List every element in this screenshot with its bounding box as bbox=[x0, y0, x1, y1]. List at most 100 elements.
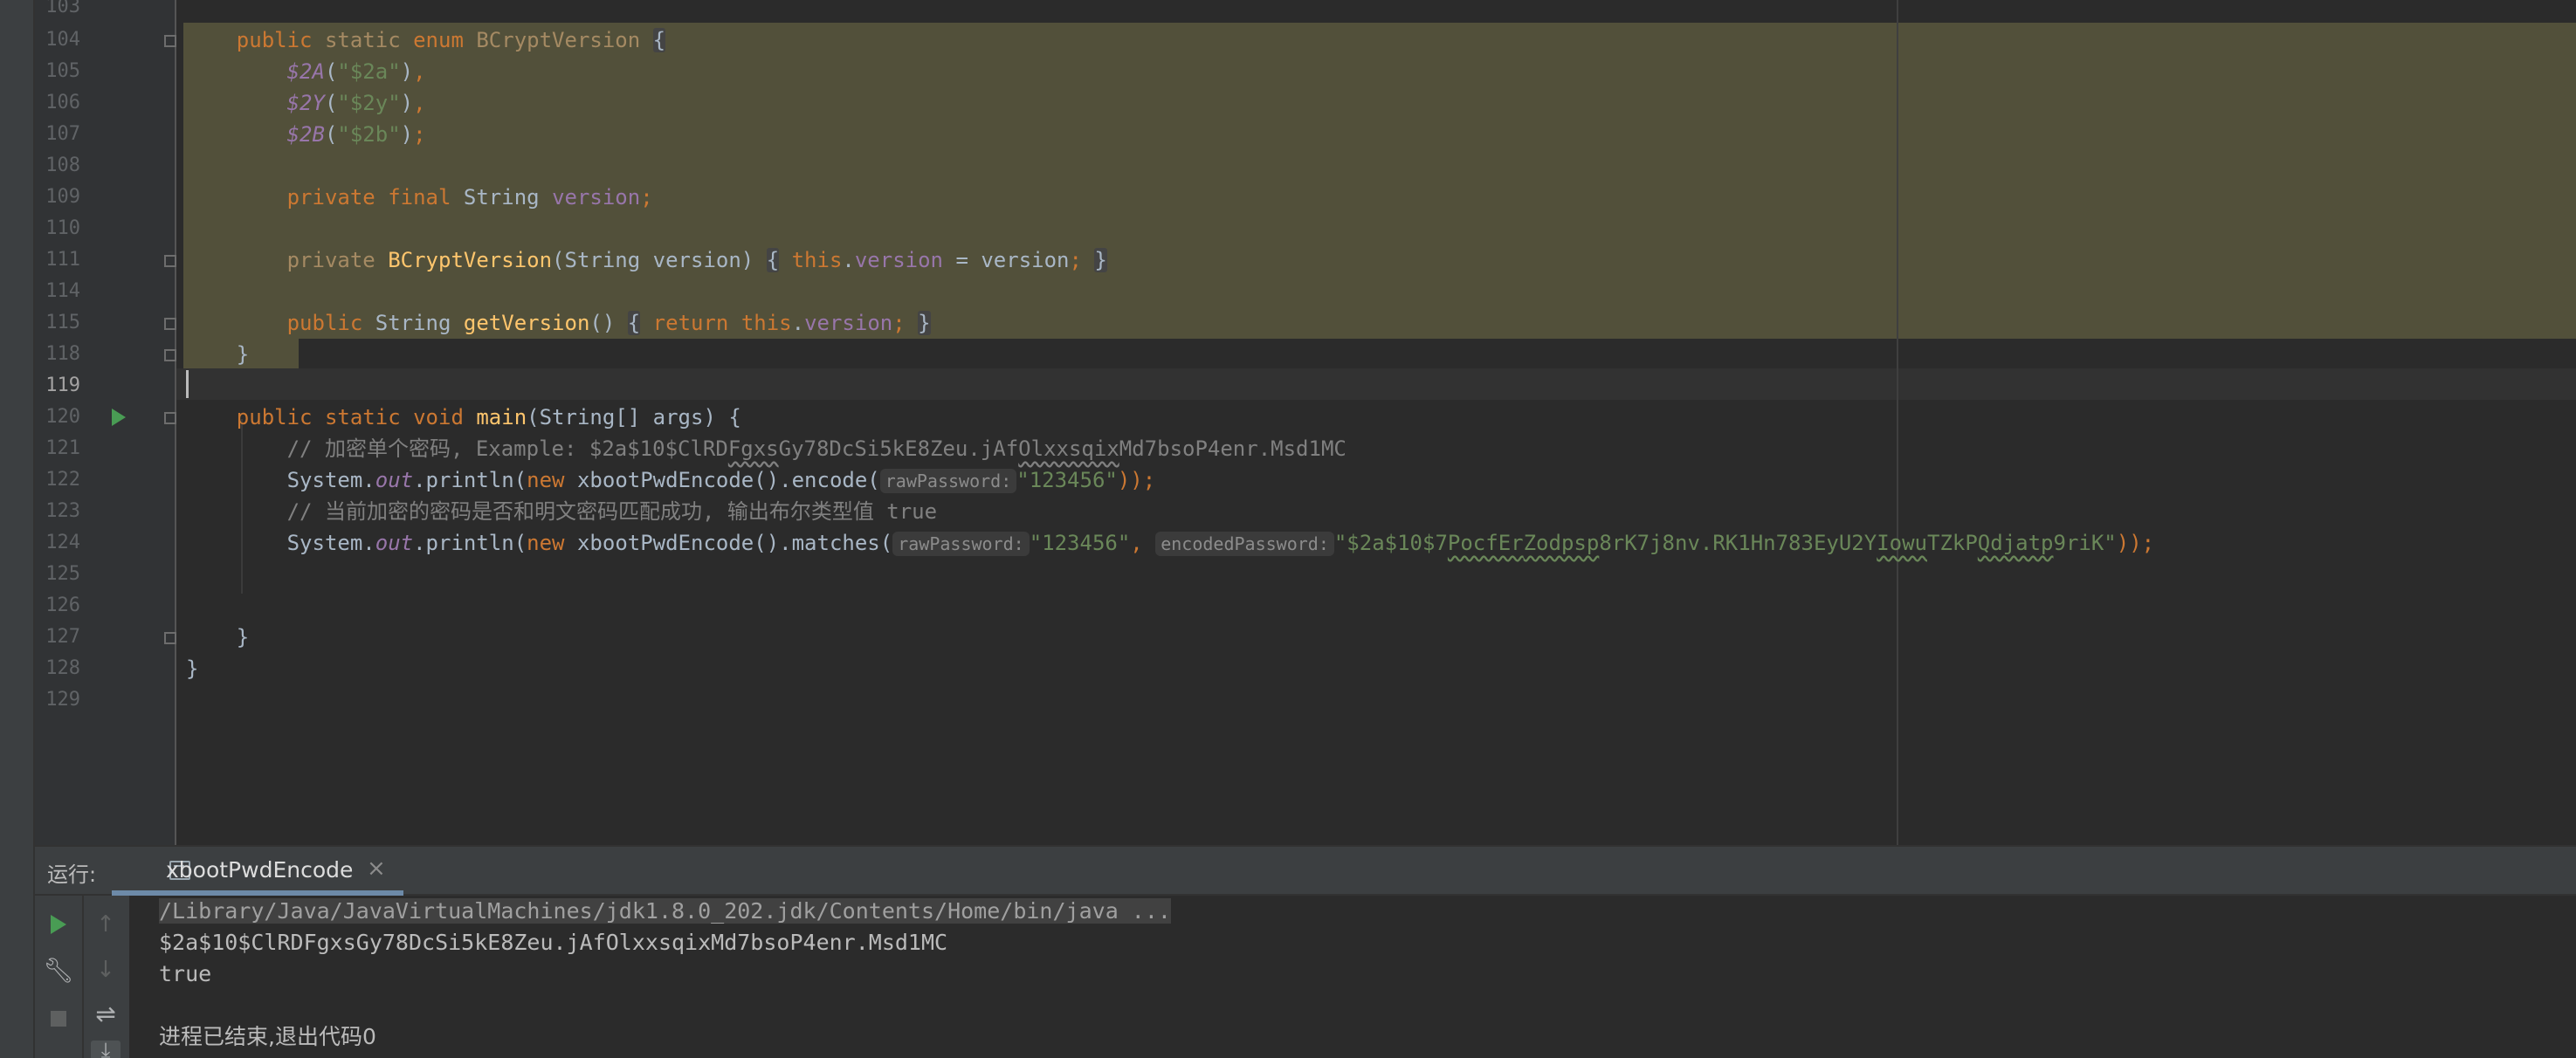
line-number: 118 bbox=[45, 343, 80, 365]
code-static-field: out bbox=[375, 468, 414, 492]
fold-toggle-icon[interactable] bbox=[164, 349, 176, 361]
fold-toggle-icon[interactable] bbox=[164, 255, 176, 267]
console-command-line[interactable]: /Library/Java/JavaVirtualMachines/jdk1.8… bbox=[159, 898, 1171, 924]
code-brace: { bbox=[766, 248, 780, 272]
code-field: version bbox=[804, 311, 893, 335]
code-paren: ) bbox=[400, 122, 414, 147]
code-dot: . bbox=[842, 248, 855, 272]
code-keyword: public bbox=[236, 28, 313, 52]
param-hint: encodedPassword: bbox=[1155, 532, 1334, 556]
code-class: System. bbox=[286, 531, 375, 555]
code-keyword: void bbox=[413, 405, 464, 429]
code-enum-constant: $2A bbox=[286, 59, 325, 84]
code-line-115: public String getVersion() { return this… bbox=[186, 307, 931, 339]
code-dot: . bbox=[791, 311, 805, 335]
code-string-typo: PocfEr bbox=[1447, 531, 1524, 555]
close-icon[interactable]: × bbox=[367, 855, 386, 882]
fold-toggle-icon[interactable] bbox=[164, 632, 176, 644]
code-punct: , bbox=[1130, 531, 1156, 555]
code-method: main bbox=[476, 405, 527, 429]
run-main-gutter-icon[interactable] bbox=[112, 409, 126, 426]
scroll-to-end-icon[interactable]: ⤓ bbox=[91, 1038, 121, 1058]
code-field: version bbox=[552, 185, 641, 210]
fold-toggle-icon[interactable] bbox=[164, 412, 176, 424]
code-line-106: $2Y("$2y"), bbox=[186, 87, 426, 119]
code-line-105: $2A("$2a"), bbox=[186, 56, 426, 87]
code-field: version bbox=[854, 248, 943, 272]
fold-toggle-icon[interactable] bbox=[164, 318, 176, 330]
stop-icon[interactable] bbox=[44, 1004, 73, 1034]
line-number: 108 bbox=[45, 155, 80, 176]
code-brace: { bbox=[652, 28, 666, 52]
code-line-107: $2B("$2b"); bbox=[186, 119, 426, 150]
console-exit-message: 进程已结束,退出代码0 bbox=[159, 1024, 376, 1049]
code-editor[interactable]: 103 104 105 106 107 108 109 110 111 114 … bbox=[35, 0, 2576, 845]
code-method: getVersion bbox=[463, 311, 590, 335]
run-toolbar: 🔧︎ ↑ ↓ ⇌ ⤓ bbox=[35, 896, 129, 1058]
down-arrow-icon[interactable]: ↓ bbox=[91, 955, 121, 985]
line-number: 115 bbox=[45, 312, 80, 333]
code-punct: )); bbox=[2116, 531, 2155, 555]
line-number: 109 bbox=[45, 186, 80, 208]
code-line-123: // 当前加密的密码是否和明文密码匹配成功, 输出布尔类型值 true bbox=[186, 496, 938, 527]
toolbar-separator bbox=[82, 896, 84, 1058]
run-panel-label: 运行: bbox=[47, 862, 97, 887]
right-margin-guide bbox=[1897, 0, 1898, 845]
code-brace: } bbox=[236, 342, 250, 367]
line-number: 128 bbox=[45, 657, 80, 679]
code-call: xbootPwdEncode().matches( bbox=[564, 531, 893, 555]
fold-toggle-icon[interactable] bbox=[164, 35, 176, 47]
up-arrow-icon[interactable]: ↑ bbox=[91, 910, 121, 939]
code-line-128: } bbox=[186, 653, 198, 684]
code-class: System. bbox=[286, 468, 375, 492]
line-number: 127 bbox=[45, 626, 80, 648]
code-type: String bbox=[463, 185, 540, 210]
line-number: 111 bbox=[45, 249, 80, 271]
code-paren: ( bbox=[324, 91, 338, 115]
param-hint: rawPassword: bbox=[892, 532, 1030, 556]
line-number: 114 bbox=[45, 280, 80, 302]
text-caret bbox=[186, 370, 189, 398]
run-tab-label[interactable]: xbootPwdEncode bbox=[166, 857, 353, 883]
code-string-typo: Qdjatp bbox=[1977, 531, 2054, 555]
line-number: 110 bbox=[45, 217, 80, 239]
code-comment-typo: Olxxsqix bbox=[1018, 436, 1119, 461]
code-string: "123456" bbox=[1029, 531, 1131, 555]
line-number: 107 bbox=[45, 123, 80, 145]
code-static-field: out bbox=[375, 531, 414, 555]
line-number: 123 bbox=[45, 500, 80, 522]
line-number: 124 bbox=[45, 532, 80, 553]
code-keyword: private bbox=[286, 185, 375, 210]
code-paren: ( bbox=[324, 59, 338, 84]
code-brace: } bbox=[1094, 248, 1107, 272]
code-constructor: BCryptVersion bbox=[388, 248, 553, 272]
code-punct: ; bbox=[892, 311, 906, 335]
ide-window: 103 104 105 106 107 108 109 110 111 114 … bbox=[0, 0, 2576, 1058]
code-string: "$2a$10$7 bbox=[1333, 531, 1448, 555]
code-params: () bbox=[589, 311, 616, 335]
soft-wrap-icon[interactable]: ⇌ bbox=[91, 999, 121, 1028]
line-number: 126 bbox=[45, 594, 80, 616]
code-enum-constant: $2B bbox=[286, 122, 325, 147]
code-string: TZkP bbox=[1927, 531, 1978, 555]
rerun-icon[interactable] bbox=[44, 910, 73, 939]
wrench-icon[interactable]: 🔧︎ bbox=[43, 955, 74, 985]
code-punct: ; bbox=[640, 185, 653, 210]
code-string-typo: Iowu bbox=[1877, 531, 1927, 555]
console-output[interactable]: /Library/Java/JavaVirtualMachines/jdk1.8… bbox=[159, 896, 1171, 927]
code-punct: , bbox=[413, 59, 426, 84]
code-string: "$2b" bbox=[337, 122, 401, 147]
code-brace: { bbox=[627, 311, 641, 335]
run-panel-header: 运行: xbootPwdEncode × bbox=[35, 847, 2576, 896]
code-keyword: enum bbox=[413, 28, 464, 52]
code-string: "$2a" bbox=[337, 59, 401, 84]
code-params: (String[] args) { bbox=[527, 405, 741, 429]
